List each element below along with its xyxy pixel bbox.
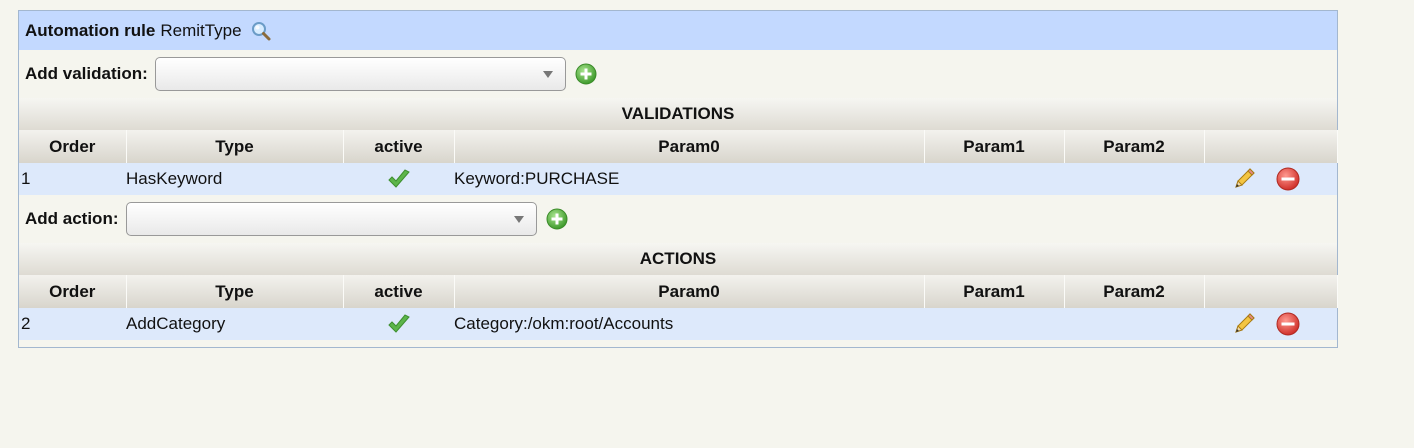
search-icon[interactable] (250, 20, 272, 42)
check-icon (387, 168, 411, 190)
check-icon (387, 313, 411, 335)
rule-name: RemitType (160, 20, 242, 40)
column-header-order[interactable]: Order (19, 130, 127, 163)
cell-param0: Keyword:PURCHASE (454, 163, 924, 195)
cell-order: 2 (19, 308, 126, 340)
action-type-select[interactable] (125, 202, 537, 236)
column-header-param0[interactable]: Param0 (453, 130, 925, 163)
cell-param1 (924, 308, 1064, 340)
column-header-param0[interactable]: Param0 (453, 275, 925, 308)
cell-param2 (1064, 163, 1204, 195)
column-header-active[interactable]: active (342, 275, 455, 308)
cell-active (343, 163, 454, 195)
column-header-active[interactable]: active (342, 130, 455, 163)
pencil-icon[interactable] (1231, 166, 1257, 192)
column-header-type[interactable]: Type (125, 130, 344, 163)
actions-table: Order Type active Param0 Param1 Param2 2… (19, 275, 1338, 340)
automation-rule-panel: Automation rule RemitType Add validation… (18, 10, 1338, 348)
rule-title-bar: Automation rule RemitType (19, 11, 1337, 50)
cell-param0: Category:/okm:root/Accounts (454, 308, 924, 340)
chevron-down-icon (513, 216, 524, 223)
column-header-actions (1203, 275, 1338, 308)
rule-title-label: Automation rule (25, 20, 156, 40)
validations-table: Order Type active Param0 Param1 Param2 1… (19, 130, 1338, 195)
validations-title: VALIDATIONS (19, 98, 1337, 130)
column-header-actions (1203, 130, 1338, 163)
add-validation-row: Add validation: (19, 50, 1337, 98)
add-icon (575, 63, 597, 85)
cell-order: 1 (19, 163, 126, 195)
delete-icon[interactable] (1275, 166, 1301, 192)
cell-type: AddCategory (126, 308, 343, 340)
actions-title: ACTIONS (19, 243, 1337, 275)
cell-param1 (924, 163, 1064, 195)
cell-row-actions (1204, 163, 1337, 195)
add-action-label: Add action: (25, 209, 119, 228)
add-validation-label: Add validation: (25, 64, 148, 83)
column-header-param1[interactable]: Param1 (923, 275, 1065, 308)
cell-type: HasKeyword (126, 163, 343, 195)
cell-row-actions (1204, 308, 1337, 340)
chevron-down-icon (542, 71, 553, 78)
delete-icon[interactable] (1275, 311, 1301, 337)
add-icon (546, 208, 567, 230)
column-header-param2[interactable]: Param2 (1063, 130, 1205, 163)
column-header-param2[interactable]: Param2 (1063, 275, 1205, 308)
column-header-type[interactable]: Type (125, 275, 344, 308)
cell-param2 (1064, 308, 1204, 340)
table-row[interactable]: 1 HasKeyword Keyword:PURCHASE (19, 163, 1337, 195)
validation-type-select[interactable] (154, 57, 566, 91)
cell-active (343, 308, 454, 340)
column-header-param1[interactable]: Param1 (923, 130, 1065, 163)
table-row[interactable]: 2 AddCategory Category:/okm:root/Account… (19, 308, 1337, 340)
column-header-order[interactable]: Order (19, 275, 127, 308)
pencil-icon[interactable] (1231, 311, 1257, 337)
add-action-button[interactable] (546, 208, 568, 230)
table-header-row: Order Type active Param0 Param1 Param2 (19, 130, 1338, 163)
add-action-row: Add action: (19, 195, 1337, 243)
table-header-row: Order Type active Param0 Param1 Param2 (19, 275, 1338, 308)
add-validation-button[interactable] (575, 63, 597, 85)
